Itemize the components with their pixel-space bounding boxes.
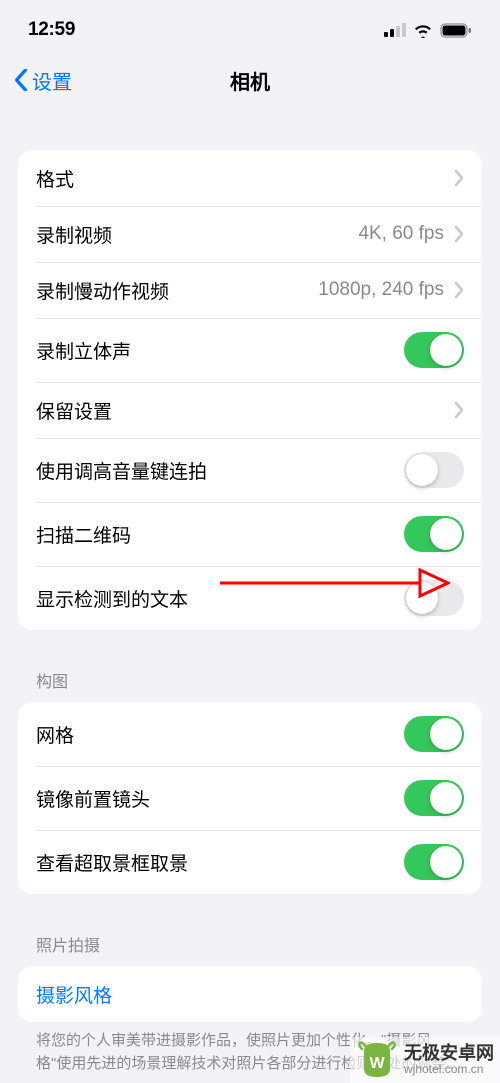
section-header-capture: 照片拍摄 [18, 932, 482, 966]
row-label: 录制视频 [36, 221, 112, 248]
chevron-right-icon [454, 282, 464, 298]
row-label: 录制立体声 [36, 337, 131, 364]
row-value: 1080p, 240 fps [318, 279, 444, 301]
toggle-volume-burst[interactable] [404, 452, 464, 488]
toggle-grid[interactable] [404, 716, 464, 752]
row-label: 扫描二维码 [36, 521, 131, 548]
row-record-video[interactable]: 录制视频 4K, 60 fps [18, 206, 482, 262]
capture-group: 摄影风格 [18, 966, 482, 1022]
watermark-logo-icon: W [356, 1041, 398, 1079]
watermark: W 无极安卓网 wjhotel.com.cn [350, 1037, 500, 1083]
chevron-right-icon [454, 170, 464, 186]
battery-icon [440, 23, 472, 38]
section-header-composition: 构图 [18, 668, 482, 702]
row-label: 镜像前置镜头 [36, 785, 150, 812]
toggle-detected-text[interactable] [404, 580, 464, 616]
row-label: 查看超取景框取景 [36, 849, 188, 876]
row-grid: 网格 [18, 702, 482, 766]
status-bar: 12:59 [0, 0, 500, 54]
row-mirror-front: 镜像前置镜头 [18, 766, 482, 830]
status-icons [384, 23, 472, 38]
back-button[interactable]: 设置 [14, 66, 72, 95]
chevron-right-icon [454, 226, 464, 242]
row-label: 录制慢动作视频 [36, 277, 169, 304]
cellular-icon [384, 23, 406, 37]
row-stereo: 录制立体声 [18, 318, 482, 382]
row-outside-frame: 查看超取景框取景 [18, 830, 482, 894]
row-label: 保留设置 [36, 397, 112, 424]
nav-bar: 设置 相机 [0, 54, 500, 110]
watermark-title: 无极安卓网 [404, 1044, 494, 1064]
row-photo-styles[interactable]: 摄影风格 [18, 966, 482, 1022]
row-formats[interactable]: 格式 [18, 150, 482, 206]
row-label: 摄影风格 [36, 981, 112, 1008]
row-scan-qr: 扫描二维码 [18, 502, 482, 566]
composition-group: 网格 镜像前置镜头 查看超取景框取景 [18, 702, 482, 894]
chevron-left-icon [14, 69, 28, 91]
row-record-slomo[interactable]: 录制慢动作视频 1080p, 240 fps [18, 262, 482, 318]
row-label: 网格 [36, 721, 74, 748]
svg-text:W: W [369, 1055, 385, 1072]
row-detected-text: 显示检测到的文本 [18, 566, 482, 630]
toggle-outside-frame[interactable] [404, 844, 464, 880]
toggle-scan-qr[interactable] [404, 516, 464, 552]
row-preserve-settings[interactable]: 保留设置 [18, 382, 482, 438]
watermark-url: wjhotel.com.cn [404, 1063, 494, 1076]
toggle-stereo[interactable] [404, 332, 464, 368]
page-title: 相机 [230, 66, 270, 95]
toggle-mirror-front[interactable] [404, 780, 464, 816]
chevron-right-icon [454, 402, 464, 418]
status-time: 12:59 [28, 19, 75, 41]
row-label: 格式 [36, 165, 74, 192]
row-value: 4K, 60 fps [358, 223, 444, 245]
row-volume-burst: 使用调高音量键连拍 [18, 438, 482, 502]
row-label: 使用调高音量键连拍 [36, 457, 207, 484]
row-label: 显示检测到的文本 [36, 585, 188, 612]
back-label: 设置 [32, 66, 72, 95]
camera-settings-group: 格式 录制视频 4K, 60 fps 录制慢动作视频 1080p, 240 fp… [18, 150, 482, 630]
wifi-icon [413, 23, 433, 38]
